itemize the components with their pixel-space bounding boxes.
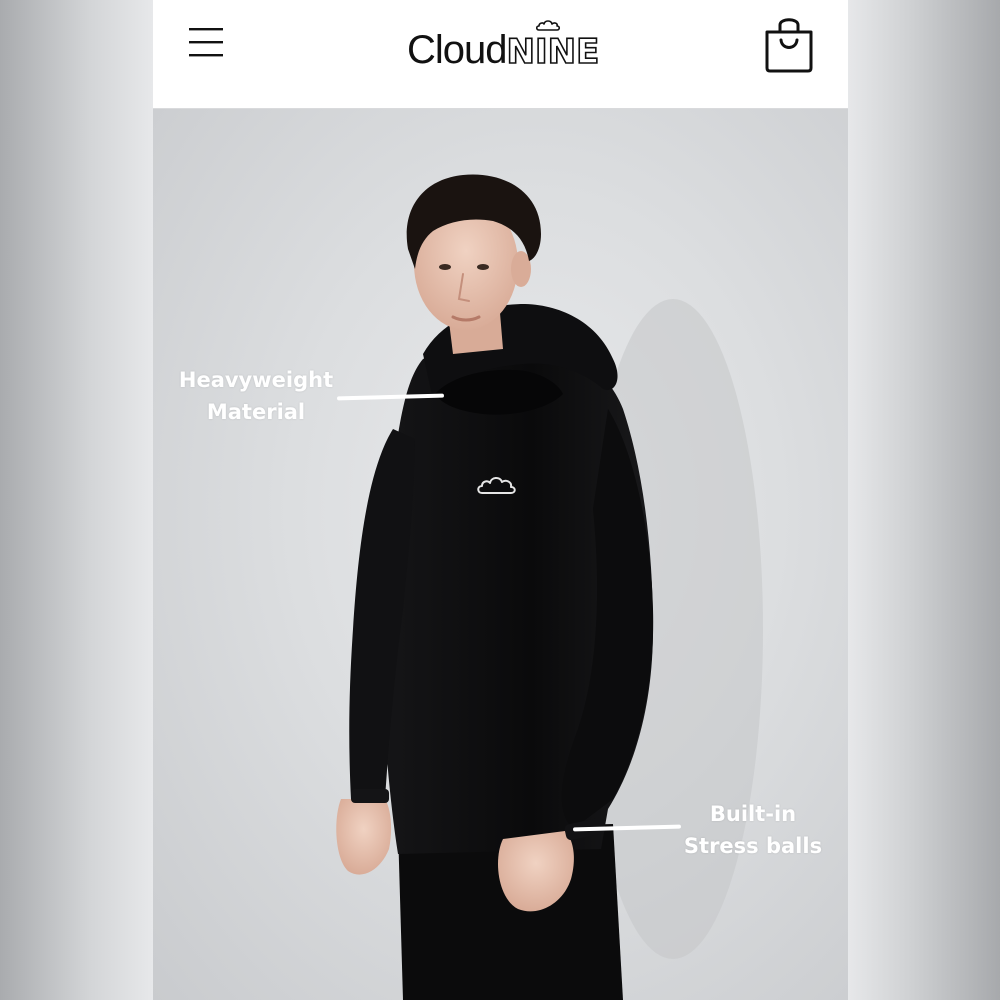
callout-stressballs-label: Built-in Stress balls: [673, 798, 833, 862]
hamburger-menu-icon[interactable]: [189, 26, 225, 60]
brand-logo[interactable]: CloudNINE: [405, 18, 605, 73]
callout-line2: Material: [206, 400, 306, 424]
callout-heavyweight-label: Heavyweight Material: [171, 364, 341, 428]
app-frame: CloudNINE Heavyweight Material Built-in …: [153, 0, 848, 1000]
brand-name-part1: Cloud: [407, 28, 508, 72]
callout-line1: Heavyweight: [178, 368, 334, 392]
site-header: CloudNINE: [153, 0, 848, 109]
shopping-bag-icon[interactable]: [763, 12, 815, 74]
brand-name: CloudNINE: [407, 28, 600, 74]
callout-line1: Built-in: [709, 802, 797, 826]
callout-line2: Stress balls: [683, 834, 823, 858]
brand-name-part2: NINE: [506, 31, 600, 73]
hero-image: Heavyweight Material Built-in Stress bal…: [153, 109, 848, 1000]
model-photo: [336, 174, 763, 1000]
